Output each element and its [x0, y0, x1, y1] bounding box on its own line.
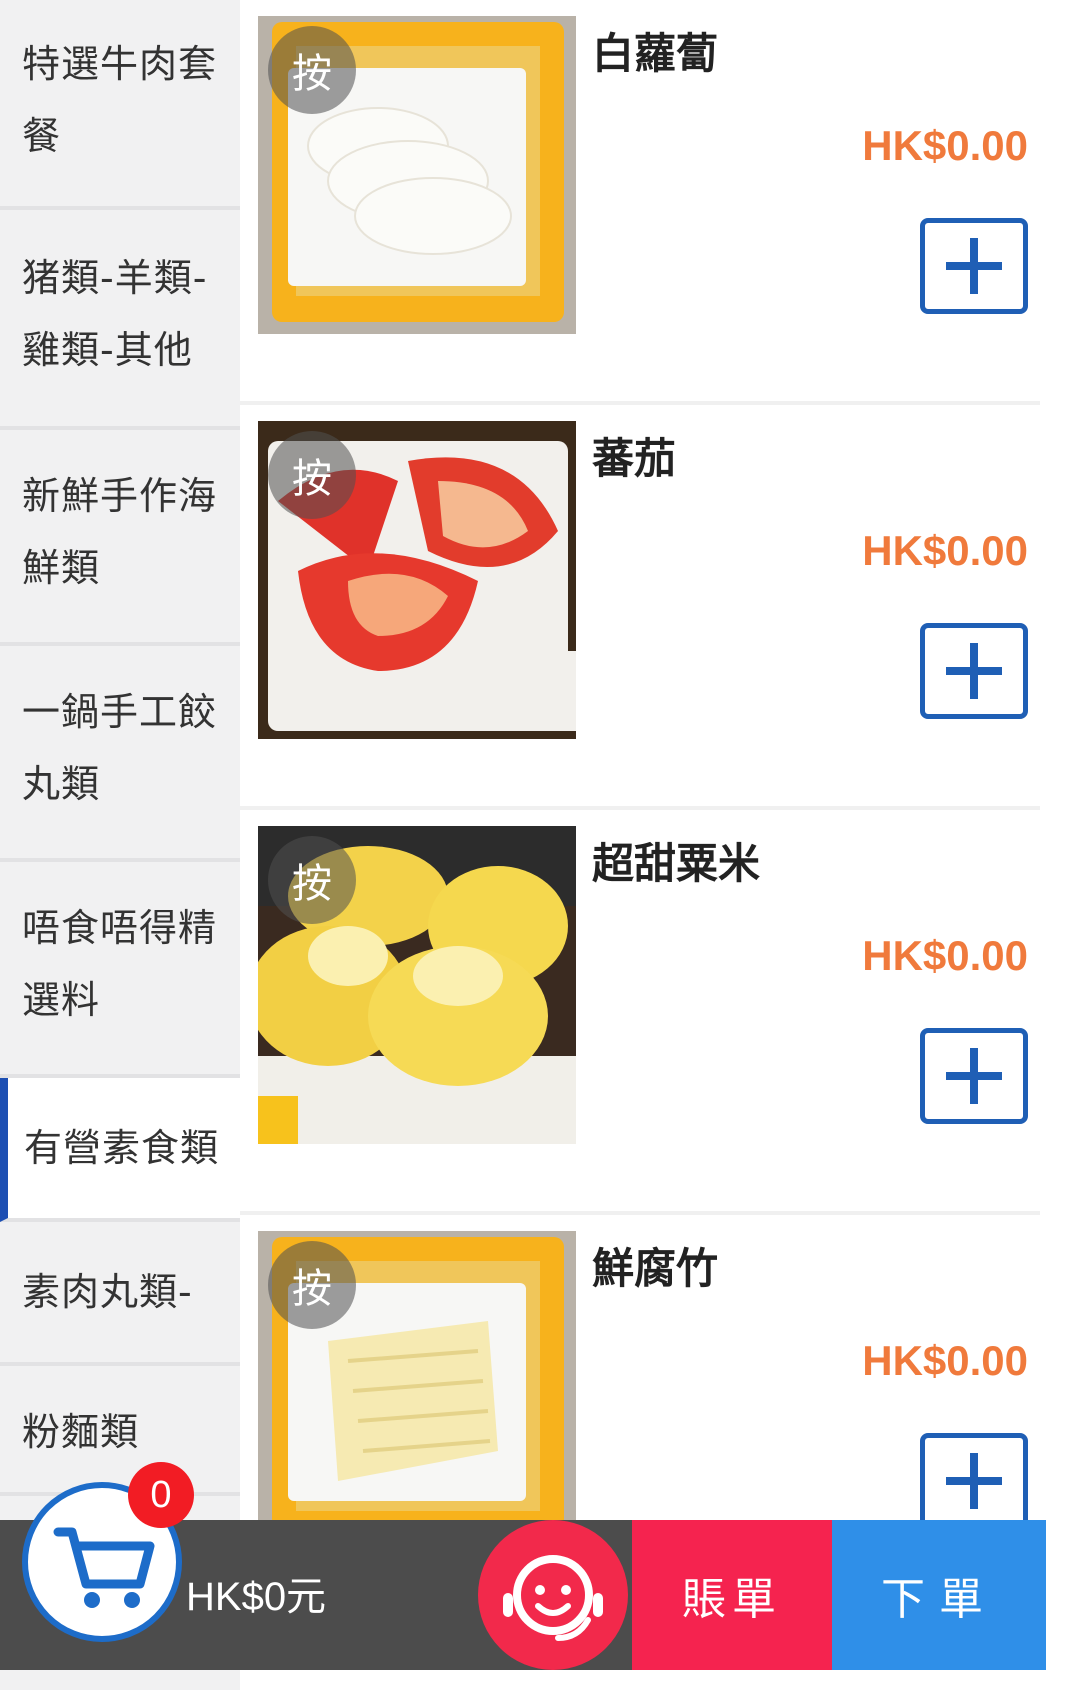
menu-item: 按 白蘿蔔 HK$0.00: [240, 0, 1040, 405]
tomato-photo[interactable]: 按: [258, 421, 576, 739]
fresh-beancurd-sheet-photo[interactable]: 按: [258, 1231, 576, 1549]
sidebar-item-vegetarian[interactable]: 有營素食類: [0, 1078, 240, 1222]
sidebar-item-label: 素肉丸類-: [22, 1270, 193, 1314]
item-name: 蕃茄: [592, 434, 677, 483]
add-button[interactable]: [920, 623, 1028, 719]
customer-service-icon: [503, 1555, 603, 1641]
category-sidebar: 特選牛肉套餐 猪類-羊類-雞類-其他 新鮮手作海鮮類 一鍋手工餃丸類 唔食唔得精…: [0, 0, 240, 1690]
add-button[interactable]: [920, 218, 1028, 314]
cart-total: HK$0元: [186, 1575, 327, 1619]
bill-button[interactable]: 賬單: [632, 1520, 832, 1670]
sidebar-item-label: 新鮮手作海鮮類: [22, 474, 218, 590]
cart-count-badge: 0: [128, 1462, 194, 1528]
add-button[interactable]: [920, 1433, 1028, 1529]
item-price: HK$0.00: [862, 122, 1028, 169]
sidebar-item-beef-set[interactable]: 特選牛肉套餐: [0, 0, 240, 210]
bottom-bar: 0 HK$0元 賬單 下單: [0, 1462, 1046, 1670]
item-name: 鮮腐竹: [592, 1244, 719, 1293]
sidebar-item-veg-meatballs[interactable]: 素肉丸類-: [0, 1222, 240, 1366]
press-badge: 按: [268, 836, 356, 924]
item-price: HK$0.00: [862, 932, 1028, 979]
white-radish-photo[interactable]: 按: [258, 16, 576, 334]
item-price: HK$0.00: [862, 527, 1028, 574]
item-name: 白蘿蔔: [592, 29, 719, 78]
place-order-button[interactable]: 下單: [832, 1520, 1046, 1670]
sidebar-item-noodles[interactable]: 粉麵類: [0, 1366, 240, 1496]
press-badge: 按: [268, 26, 356, 114]
add-button[interactable]: [920, 1028, 1028, 1124]
press-badge: 按: [268, 1241, 356, 1329]
sidebar-item-label: 唔食唔得精選料: [22, 906, 218, 1022]
sidebar-item-label: 有營素食類: [24, 1126, 220, 1170]
sidebar-item-pork-lamb-chicken[interactable]: 猪類-羊類-雞類-其他: [0, 210, 240, 430]
sidebar-item-label: 粉麵類: [22, 1410, 140, 1454]
sidebar-item-label: 特選牛肉套餐: [22, 42, 218, 158]
customer-service-button[interactable]: [478, 1520, 628, 1670]
plus-icon: [946, 238, 1002, 294]
press-badge: 按: [268, 431, 356, 519]
plus-icon: [946, 1048, 1002, 1104]
menu-item: 按 超甜粟米 HK$0.00: [240, 810, 1040, 1215]
item-price: HK$0.00: [862, 1337, 1028, 1384]
plus-icon: [946, 643, 1002, 699]
sidebar-item-label: 一鍋手工餃丸類: [22, 690, 218, 806]
menu-item: 按 蕃茄 HK$0.00: [240, 405, 1040, 810]
sidebar-item-seafood[interactable]: 新鮮手作海鮮類: [0, 430, 240, 646]
plus-icon: [946, 1453, 1002, 1509]
sidebar-item-featured[interactable]: 唔食唔得精選料: [0, 862, 240, 1078]
item-name: 超甜粟米: [592, 839, 761, 888]
sidebar-item-label: 猪類-羊類-雞類-其他: [22, 256, 208, 372]
sidebar-item-dumplings-balls[interactable]: 一鍋手工餃丸類: [0, 646, 240, 862]
sweet-corn-photo[interactable]: 按: [258, 826, 576, 1144]
